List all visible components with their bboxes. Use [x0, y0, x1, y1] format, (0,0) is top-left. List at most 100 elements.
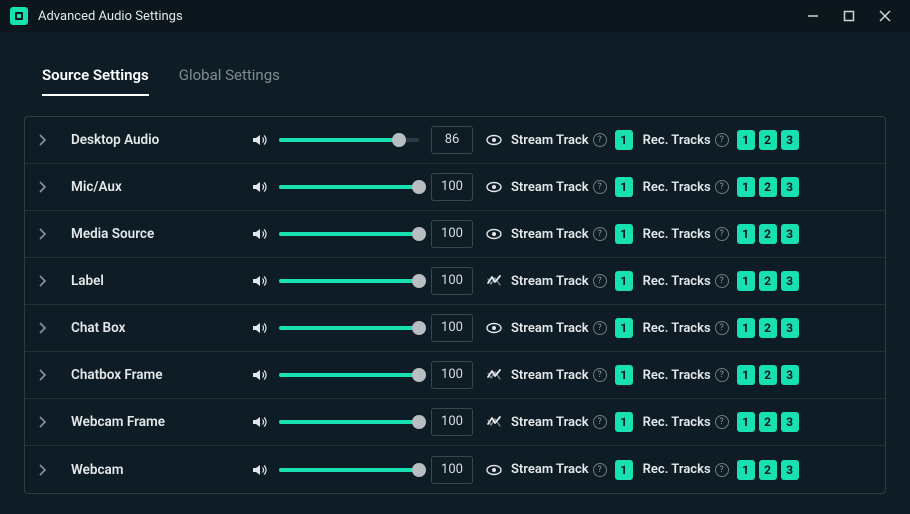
help-icon[interactable]: ? [715, 180, 729, 194]
volume-input[interactable]: 100 [431, 220, 473, 248]
visibility-icon[interactable] [485, 226, 503, 242]
rec-track-badge[interactable]: 2 [759, 412, 777, 432]
stream-track-badge[interactable]: 1 [615, 460, 633, 480]
stream-track-badge[interactable]: 1 [615, 177, 633, 197]
rec-tracks-label: Rec. Tracks [643, 274, 711, 289]
volume-icon[interactable] [251, 226, 267, 242]
rec-track-badge[interactable]: 2 [759, 177, 777, 197]
audio-monitoring-icon[interactable] [485, 367, 503, 383]
tab-global-settings[interactable]: Global Settings [179, 66, 280, 96]
expand-chevron-icon[interactable] [39, 228, 53, 240]
rec-track-badge[interactable]: 1 [737, 177, 755, 197]
volume-input[interactable]: 100 [431, 267, 473, 295]
rec-track-badge[interactable]: 3 [781, 177, 799, 197]
help-icon[interactable]: ? [593, 415, 607, 429]
rec-track-badge[interactable]: 2 [759, 460, 777, 480]
help-icon[interactable]: ? [715, 415, 729, 429]
expand-chevron-icon[interactable] [39, 275, 53, 287]
close-button[interactable] [868, 4, 902, 28]
rec-track-badge[interactable]: 2 [759, 130, 777, 150]
rec-track-badge[interactable]: 3 [781, 130, 799, 150]
help-icon[interactable]: ? [593, 133, 607, 147]
help-icon[interactable]: ? [715, 133, 729, 147]
maximize-button[interactable] [832, 4, 866, 28]
volume-icon[interactable] [251, 132, 267, 148]
expand-chevron-icon[interactable] [39, 369, 53, 381]
rec-track-badge[interactable]: 3 [781, 365, 799, 385]
volume-input[interactable]: 100 [431, 173, 473, 201]
expand-chevron-icon[interactable] [39, 134, 53, 146]
stream-track-badge[interactable]: 1 [615, 412, 633, 432]
rec-tracks-group: 123 [737, 460, 799, 480]
volume-input[interactable]: 100 [431, 456, 473, 484]
volume-input[interactable]: 100 [431, 408, 473, 436]
visibility-icon[interactable] [485, 320, 503, 336]
volume-icon[interactable] [251, 462, 267, 478]
volume-input[interactable]: 100 [431, 314, 473, 342]
audio-monitoring-icon[interactable] [485, 414, 503, 430]
source-row: Desktop Audio86Stream Track?1Rec. Tracks… [25, 117, 885, 164]
rec-track-badge[interactable]: 3 [781, 460, 799, 480]
volume-input[interactable]: 86 [431, 126, 473, 154]
rec-track-badge[interactable]: 1 [737, 365, 755, 385]
rec-track-badge[interactable]: 2 [759, 271, 777, 291]
help-icon[interactable]: ? [715, 274, 729, 288]
volume-slider[interactable] [279, 460, 419, 480]
rec-track-badge[interactable]: 1 [737, 224, 755, 244]
volume-slider[interactable] [279, 365, 419, 385]
volume-icon[interactable] [251, 367, 267, 383]
volume-slider[interactable] [279, 224, 419, 244]
rec-tracks-label: Rec. Tracks [643, 368, 711, 383]
volume-icon[interactable] [251, 273, 267, 289]
stream-track-badge[interactable]: 1 [615, 130, 633, 150]
visibility-icon[interactable] [485, 132, 503, 148]
rec-track-badge[interactable]: 1 [737, 271, 755, 291]
volume-slider[interactable] [279, 130, 419, 150]
help-icon[interactable]: ? [593, 180, 607, 194]
help-icon[interactable]: ? [593, 321, 607, 335]
rec-track-badge[interactable]: 1 [737, 412, 755, 432]
help-icon[interactable]: ? [715, 463, 729, 477]
rec-track-badge[interactable]: 2 [759, 318, 777, 338]
volume-slider[interactable] [279, 412, 419, 432]
stream-track-badge[interactable]: 1 [615, 318, 633, 338]
expand-chevron-icon[interactable] [39, 464, 53, 476]
help-icon[interactable]: ? [593, 274, 607, 288]
stream-track-badge[interactable]: 1 [615, 271, 633, 291]
rec-track-badge[interactable]: 1 [737, 460, 755, 480]
expand-chevron-icon[interactable] [39, 181, 53, 193]
rec-track-badge[interactable]: 2 [759, 365, 777, 385]
help-icon[interactable]: ? [593, 463, 607, 477]
expand-chevron-icon[interactable] [39, 322, 53, 334]
help-icon[interactable]: ? [593, 227, 607, 241]
stream-track-badge[interactable]: 1 [615, 224, 633, 244]
audio-monitoring-icon[interactable] [485, 273, 503, 289]
expand-chevron-icon[interactable] [39, 416, 53, 428]
help-icon[interactable]: ? [715, 227, 729, 241]
volume-input[interactable]: 100 [431, 361, 473, 389]
rec-tracks-group: 123 [737, 224, 799, 244]
volume-slider[interactable] [279, 271, 419, 291]
rec-tracks-label: Rec. Tracks [643, 415, 711, 430]
rec-track-badge[interactable]: 3 [781, 271, 799, 291]
help-icon[interactable]: ? [715, 321, 729, 335]
volume-icon[interactable] [251, 320, 267, 336]
rec-track-badge[interactable]: 1 [737, 318, 755, 338]
minimize-button[interactable] [796, 4, 830, 28]
volume-icon[interactable] [251, 414, 267, 430]
help-icon[interactable]: ? [593, 368, 607, 382]
window-controls [796, 4, 902, 28]
rec-track-badge[interactable]: 3 [781, 224, 799, 244]
visibility-icon[interactable] [485, 179, 503, 195]
rec-track-badge[interactable]: 2 [759, 224, 777, 244]
rec-track-badge[interactable]: 1 [737, 130, 755, 150]
help-icon[interactable]: ? [715, 368, 729, 382]
volume-slider[interactable] [279, 177, 419, 197]
tab-source-settings[interactable]: Source Settings [42, 66, 149, 96]
stream-track-badge[interactable]: 1 [615, 365, 633, 385]
rec-track-badge[interactable]: 3 [781, 318, 799, 338]
volume-icon[interactable] [251, 179, 267, 195]
volume-slider[interactable] [279, 318, 419, 338]
rec-track-badge[interactable]: 3 [781, 412, 799, 432]
visibility-icon[interactable] [485, 462, 503, 478]
